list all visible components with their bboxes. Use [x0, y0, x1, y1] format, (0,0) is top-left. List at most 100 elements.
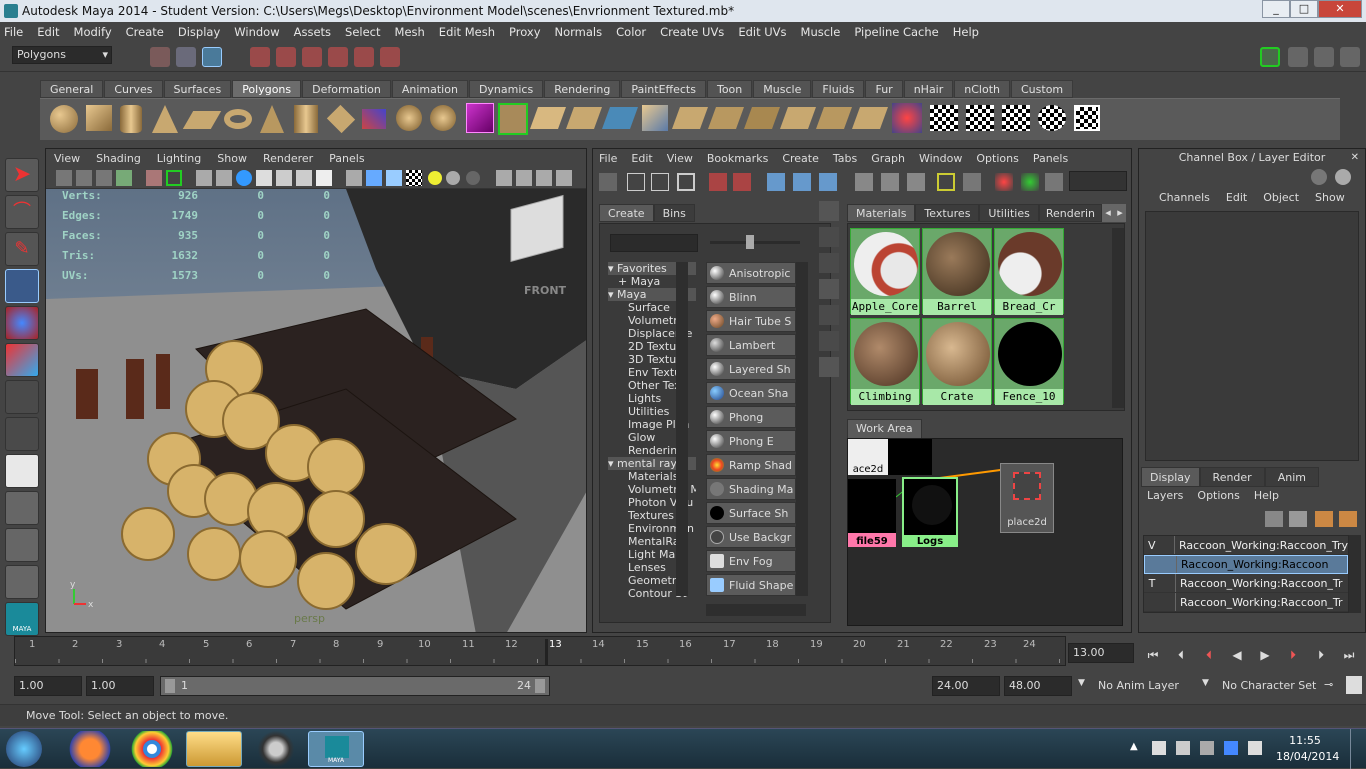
shader-fluid-shape[interactable]: Fluid Shape: [706, 574, 796, 596]
menu-create[interactable]: Create: [126, 25, 164, 39]
shelf-tab-animation[interactable]: Animation: [391, 80, 468, 98]
menu-edit[interactable]: Edit: [37, 25, 59, 39]
menu-set-dropdown[interactable]: Polygons ▾: [12, 46, 112, 64]
shelf-tab-nhair[interactable]: nHair: [903, 80, 954, 98]
shader-anisotropic[interactable]: Anisotropic: [706, 262, 796, 284]
node-graph[interactable]: ace2d file59 Logs place2d: [847, 438, 1123, 626]
layer-row[interactable]: T Raccoon_Working:Raccoon_Tr: [1144, 574, 1348, 593]
menu-edit-uvs[interactable]: Edit UVs: [738, 25, 786, 39]
menu-file[interactable]: File: [4, 25, 23, 39]
layer-row[interactable]: V Raccoon_Working:Raccoon_Try: [1144, 536, 1348, 555]
tab-display[interactable]: Display: [1141, 467, 1200, 487]
lasso-tool-icon[interactable]: ⌒: [5, 195, 39, 229]
cb-toggle-icon[interactable]: [1311, 169, 1327, 185]
select-tool-icon[interactable]: ➤: [5, 158, 39, 192]
hs-snapshot-icon[interactable]: [1021, 173, 1039, 191]
cb-menu-object[interactable]: Object: [1263, 191, 1299, 204]
hs-layout-both-icon[interactable]: [677, 173, 695, 191]
extrude-icon[interactable]: [498, 103, 528, 135]
network-icon[interactable]: [1200, 741, 1214, 755]
shelf-tab-dynamics[interactable]: Dynamics: [468, 80, 544, 98]
close-button[interactable]: ✕: [1318, 0, 1362, 18]
vp-menu-renderer[interactable]: Renderer: [263, 152, 313, 165]
scale-tool-icon[interactable]: [5, 343, 39, 377]
tab-rendering[interactable]: Renderin: [1038, 204, 1103, 222]
shelf-tab-painteffects[interactable]: PaintEffects: [621, 80, 706, 98]
last-tool-icon[interactable]: [5, 380, 39, 414]
hs-side-icon[interactable]: [819, 331, 839, 351]
sphere-grey-icon[interactable]: [446, 171, 460, 185]
poly-cone-icon[interactable]: [152, 105, 178, 133]
hs-menu-edit[interactable]: Edit: [631, 152, 652, 165]
rotate-tool-icon[interactable]: [5, 306, 39, 340]
node-place2d-a[interactable]: ace2d: [848, 439, 888, 475]
menu-display[interactable]: Display: [178, 25, 220, 39]
sculpt-icon[interactable]: [892, 103, 922, 133]
tab-scroll-left[interactable]: ◂: [1102, 204, 1115, 222]
shelf-tab-toon[interactable]: Toon: [706, 80, 753, 98]
tab-materials[interactable]: Materials: [847, 204, 916, 222]
shader-hair-tube[interactable]: Hair Tube S: [706, 310, 796, 332]
hs-menu-tabs[interactable]: Tabs: [833, 152, 857, 165]
layer-row[interactable]: Raccoon_Working:Raccoon_Tr: [1144, 593, 1348, 612]
menu-normals[interactable]: Normals: [555, 25, 603, 39]
tab-anim[interactable]: Anim: [1264, 467, 1319, 487]
shader-hscrollbar[interactable]: [706, 604, 806, 616]
steam-taskbar-icon[interactable]: [248, 731, 304, 767]
menu-muscle[interactable]: Muscle: [801, 25, 841, 39]
magnet-icon[interactable]: [380, 47, 400, 67]
hs-layout-bottom-icon[interactable]: [651, 173, 669, 191]
start-button[interactable]: [6, 731, 42, 767]
combine-icon[interactable]: [362, 109, 386, 129]
preferences-icon[interactable]: [1346, 676, 1362, 694]
tab-utilities[interactable]: Utilities: [979, 204, 1039, 222]
current-frame-field[interactable]: 13.00: [1068, 643, 1134, 663]
shader-scrollbar[interactable]: [796, 262, 808, 596]
motion-blur-icon[interactable]: [536, 170, 552, 186]
hs-side-icon[interactable]: [819, 305, 839, 325]
cube-wire-icon[interactable]: [386, 170, 402, 186]
shelf-tab-curves[interactable]: Curves: [104, 80, 163, 98]
node-black[interactable]: [888, 439, 932, 475]
hs-menu-options[interactable]: Options: [976, 152, 1018, 165]
shader-surface[interactable]: Surface Sh: [706, 502, 796, 524]
extract-icon[interactable]: [851, 107, 889, 129]
separate-icon[interactable]: [396, 105, 422, 131]
select-hierarchy-icon[interactable]: [150, 47, 170, 67]
firefox-taskbar-icon[interactable]: [62, 731, 118, 767]
bridge-icon[interactable]: [529, 107, 567, 129]
poly-plane-icon[interactable]: [182, 111, 222, 129]
menu-help[interactable]: Help: [953, 25, 979, 39]
cb-menu-channels[interactable]: Channels: [1159, 191, 1210, 204]
node-logs[interactable]: Logs: [902, 477, 958, 547]
material-swatch[interactable]: Climbing: [850, 318, 920, 405]
layer-new-selected-icon[interactable]: [1289, 511, 1307, 527]
layer-menu-layers[interactable]: Layers: [1147, 489, 1183, 502]
shader-phong[interactable]: Phong: [706, 406, 796, 428]
uv-editor-icon[interactable]: [1074, 105, 1100, 131]
shader-ramp[interactable]: Ramp Shad: [706, 454, 796, 476]
hs-tab-left-icon[interactable]: [855, 173, 873, 191]
shelf-tab-deformation[interactable]: Deformation: [302, 80, 391, 98]
planar-map-icon[interactable]: [966, 105, 994, 131]
show-desktop-button[interactable]: [1350, 729, 1364, 769]
hs-ipr-icon[interactable]: [995, 173, 1013, 191]
maya-taskbar-icon[interactable]: MAYA: [308, 731, 364, 767]
tool-settings-icon[interactable]: [1314, 47, 1334, 67]
hs-side-icon[interactable]: [819, 279, 839, 299]
menu-assets[interactable]: Assets: [294, 25, 331, 39]
menu-select[interactable]: Select: [345, 25, 380, 39]
hs-graph-icon[interactable]: [709, 173, 727, 191]
shelf-tab-polygons[interactable]: Polygons: [232, 80, 302, 98]
shader-layered[interactable]: Layered Sh: [706, 358, 796, 380]
animation-end-field[interactable]: 48.00: [1004, 676, 1072, 696]
snap-point-icon[interactable]: [302, 47, 322, 67]
antialias-icon[interactable]: [556, 170, 572, 186]
hs-side-icon[interactable]: [819, 357, 839, 377]
hs-hypergraph-icon[interactable]: [819, 173, 837, 191]
hs-menu-panels[interactable]: Panels: [1033, 152, 1068, 165]
go-to-start-icon[interactable]: ⏮: [1144, 646, 1162, 664]
channel-list[interactable]: [1145, 211, 1359, 461]
lights-icon[interactable]: [236, 170, 252, 186]
snap-view-plane-icon[interactable]: [328, 47, 348, 67]
